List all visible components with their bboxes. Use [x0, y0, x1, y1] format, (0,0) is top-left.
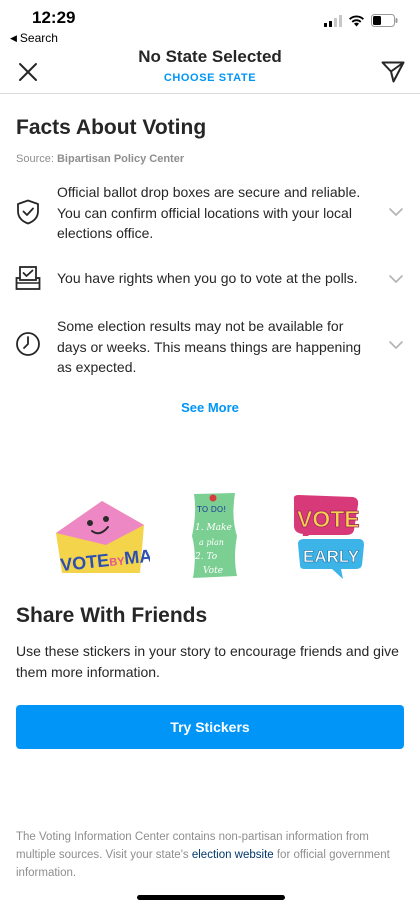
- source-name: Bipartisan Policy Center: [56, 153, 185, 165]
- wifi-icon: [349, 14, 364, 26]
- todo-line-5: Vote: [203, 566, 223, 576]
- sticker-text-vote: VOTE: [297, 506, 360, 532]
- source-line: Source: Bipartisan Policy Center: [16, 153, 184, 165]
- sticker-text-mail: MAIL: [123, 544, 150, 568]
- share-title: Share With Friends: [16, 604, 208, 627]
- fact-item-election-results[interactable]: Some election results may not be availab…: [0, 316, 420, 380]
- todo-line-3: a plan: [199, 538, 224, 547]
- source-prefix: Source:: [16, 153, 57, 165]
- sticker-text-early: EARLY: [303, 547, 360, 566]
- choose-state-link[interactable]: CHOOSE STATE: [164, 68, 256, 88]
- nav-center: No State Selected CHOOSE STATE: [80, 46, 340, 88]
- share-button[interactable]: [378, 57, 408, 87]
- signal-icon: [324, 14, 342, 27]
- fact-item-drop-boxes[interactable]: Official ballot drop boxes are secure an…: [0, 180, 420, 244]
- status-time: 12:29: [32, 8, 76, 27]
- chevron-down-icon: [388, 204, 404, 220]
- vote-by-mail-sticker[interactable]: VOTEBYMAIL: [50, 495, 169, 581]
- shield-check-icon: [14, 198, 42, 226]
- todo-line-2: 1. Make: [195, 523, 232, 533]
- back-arrow-icon: ◀: [10, 32, 17, 43]
- fact-text: Official ballot drop boxes are secure an…: [57, 184, 361, 241]
- election-website-link[interactable]: election website: [192, 849, 274, 861]
- battery-icon: [371, 14, 398, 27]
- chevron-down-icon: [388, 271, 404, 287]
- back-label: Search: [19, 31, 58, 45]
- fact-text: Some election results may not be availab…: [57, 318, 362, 375]
- footer-disclaimer: The Voting Information Center contains n…: [16, 828, 396, 882]
- share-description: Use these stickers in your story to enco…: [16, 643, 399, 680]
- back-to-search[interactable]: ◀ Search: [10, 31, 58, 45]
- close-icon: [19, 63, 37, 81]
- page-title: No State Selected: [138, 47, 282, 66]
- ballot-box-icon: [14, 264, 42, 292]
- clock-icon: [14, 330, 42, 358]
- close-button[interactable]: [14, 58, 42, 86]
- chevron-down-icon: [388, 337, 404, 353]
- send-icon: [381, 61, 405, 83]
- top-nav: No State Selected CHOOSE STATE: [0, 44, 420, 94]
- status-bar: 12:29 ◀ Search: [0, 0, 420, 48]
- fact-item-voter-rights[interactable]: You have rights when you go to vote at t…: [0, 262, 420, 296]
- todo-line-4: 2. To: [194, 552, 218, 562]
- fact-text: You have rights when you go to vote at t…: [57, 270, 358, 286]
- status-icons: [324, 14, 398, 27]
- facts-title: Facts About Voting: [16, 116, 207, 139]
- home-indicator[interactable]: [137, 895, 285, 900]
- see-more-link[interactable]: See More: [0, 400, 420, 415]
- todo-line-1: TO DO!: [196, 505, 226, 514]
- try-stickers-button[interactable]: Try Stickers: [16, 705, 404, 749]
- todo-sticker[interactable]: TO DO! 1. Make a plan 2. To Vote: [185, 488, 243, 584]
- vote-early-sticker[interactable]: VOTE EARLY: [285, 490, 369, 586]
